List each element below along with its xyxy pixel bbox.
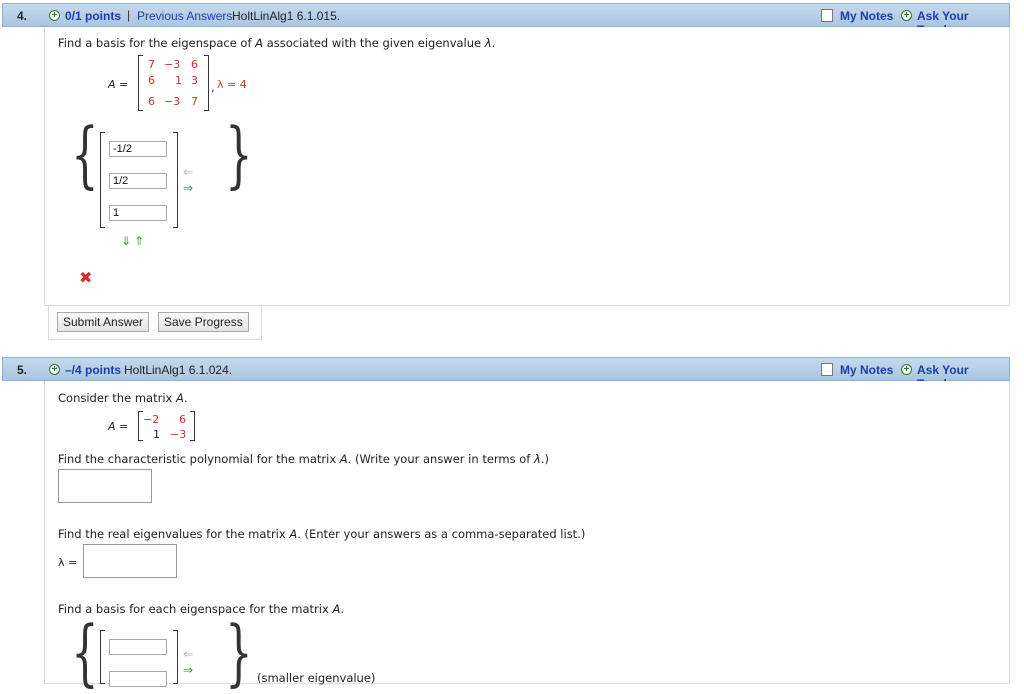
smaller-eigenvalue-label: (smaller eigenvalue) [257,671,376,685]
matrix-cell: 7 [148,58,155,71]
remove-column-arrow-icon[interactable]: ⇐ [183,648,193,660]
eigenvalues-prompt: Find the real eigenvalues for the matrix… [58,527,586,541]
vector-left-bracket [100,132,105,228]
consider-text: Consider the matrix A. [58,391,188,405]
notes-icon[interactable] [821,363,833,376]
points-link[interactable]: 0/1 points [65,9,121,23]
matrix-cell: 6 [191,58,198,71]
matrix-right-bracket [204,55,209,111]
question-number: 5. [17,363,28,377]
expand-plus-icon[interactable]: + [49,10,60,21]
notes-icon[interactable] [821,9,833,22]
matrix-cell: 1 [153,428,160,441]
separator: | [127,8,131,22]
remove-column-arrow-icon[interactable]: ⇐ [183,166,193,178]
matrix-cell: 6 [179,413,186,426]
save-progress-button[interactable]: Save Progress [158,312,249,332]
question-id: HoltLinAlg1 6.1.024. [124,363,233,377]
points-link[interactable]: –/4 points [65,363,121,377]
basis-input-1[interactable] [109,639,167,655]
answer-input-2[interactable]: 1/2 [109,173,167,189]
matrix-right-bracket [190,411,195,441]
matrix-label: A = [108,78,129,91]
eigenvalue-given: λ = 4 [217,78,247,91]
answer-input-3[interactable]: 1 [109,205,167,221]
vector-left-bracket [100,630,105,684]
matrix-cell: 6 [148,74,155,87]
matrix-cell: 3 [191,74,198,87]
add-column-arrow-icon[interactable]: ⇒ [183,182,193,194]
matrix-cell: −3 [170,428,187,441]
add-column-arrow-icon[interactable]: ⇒ [183,664,193,676]
matrix-cell: 6 [148,95,155,108]
char-poly-input[interactable] [58,469,152,503]
my-notes-link[interactable]: My Notes [840,363,893,377]
basis-input-2[interactable] [109,671,167,687]
matrix-cell: −3 [164,95,181,108]
submit-answer-button[interactable]: Submit Answer [57,312,150,332]
incorrect-x-icon: ✖ [79,268,93,287]
remove-row-arrow-icon[interactable]: ⇑ [134,235,144,247]
matrix-cell: −3 [164,58,181,71]
basis-prompt: Find a basis for each eigenspace for the… [58,602,344,616]
matrix-cell: −2 [143,413,160,426]
char-poly-prompt: Find the characteristic polynomial for t… [58,452,549,466]
add-row-arrow-icon[interactable]: ⇓ [121,235,131,247]
question-4-header: 4. + 0/1 points | Previous Answers HoltL… [2,3,1010,37]
question-4-prompt: Find a basis for the eigenspace of A ass… [58,36,496,50]
question-5-header: 5. + –/4 points HoltLinAlg1 6.1.024. My … [2,357,1010,391]
question-number: 4. [17,9,28,23]
previous-answers-link[interactable]: Previous Answers [137,9,232,23]
left-curly-brace: { [71,610,99,694]
right-curly-brace: } [225,610,253,694]
vector-right-bracket [173,630,178,684]
my-notes-link[interactable]: My Notes [840,9,893,23]
left-curly-brace: { [71,112,99,196]
eigenvalues-input[interactable] [83,544,177,578]
question-id: HoltLinAlg1 6.1.015. [232,9,341,23]
matrix-label: A = [108,420,129,433]
lambda-label: λ = [58,556,78,569]
matrix-cell: 1 [175,74,182,87]
ask-plus-icon[interactable]: + [901,364,912,375]
eigen-separator: , [211,80,215,94]
vector-right-bracket [173,132,178,228]
right-curly-brace: } [225,112,253,196]
expand-plus-icon[interactable]: + [49,364,60,375]
answer-input-1[interactable]: -1/2 [109,141,167,157]
matrix-left-bracket [138,55,143,111]
matrix-cell: 7 [191,95,198,108]
ask-plus-icon[interactable]: + [901,10,912,21]
